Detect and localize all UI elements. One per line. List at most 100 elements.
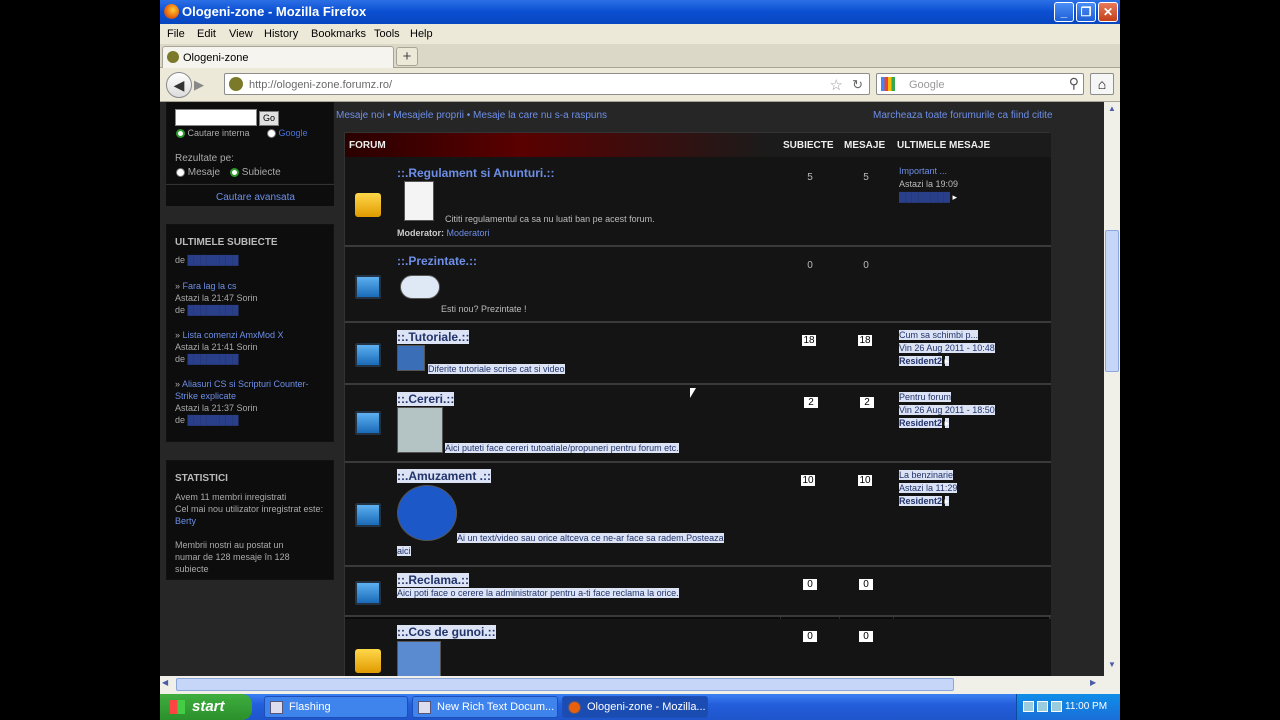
topics-count: 2 xyxy=(804,397,818,408)
table-row: ::.Reclama.:: Aici poti face o cerere la… xyxy=(345,567,1051,617)
radio-internal-label: Cautare interna xyxy=(187,128,250,138)
radio-subiecte[interactable]: Subiecte xyxy=(230,167,281,178)
desktop: Ologeni-zone - Mozilla Firefox _ ❐ ✕ Fil… xyxy=(0,0,1280,720)
forum-description: Ai un text/video sau orice altceva ce ne… xyxy=(457,533,724,543)
last-post-link[interactable]: La benzinarie xyxy=(899,470,954,480)
menu-history[interactable]: History xyxy=(264,28,298,40)
view-latest-icon[interactable]: ▸ xyxy=(944,356,950,366)
scroll-right-icon[interactable]: ▶ xyxy=(1090,678,1096,687)
forum-title-link[interactable]: ::.Amuzament .:: xyxy=(397,469,491,483)
topic-link[interactable]: Fara lag la cs xyxy=(183,281,237,291)
forward-button[interactable]: ▶ xyxy=(194,77,204,93)
window-title: Ologeni-zone - Mozilla Firefox xyxy=(182,4,367,19)
list-item: » Fara lag la cs Astazi la 21:47 Sorin de … xyxy=(175,281,258,315)
posts-count: 18 xyxy=(858,335,872,346)
vertical-scroll-thumb[interactable] xyxy=(1105,230,1119,372)
back-button[interactable]: ◀ xyxy=(166,72,192,98)
menu-help[interactable]: Help xyxy=(410,28,433,40)
start-button[interactable]: start xyxy=(160,694,252,720)
posts-count: 2 xyxy=(860,397,874,408)
start-label: start xyxy=(192,698,225,715)
posts-count: 5 xyxy=(863,172,869,183)
radio-internal[interactable]: Cautare interna xyxy=(176,128,250,139)
search-icon[interactable]: ⚲ xyxy=(1069,75,1079,92)
home-button[interactable]: ⌂ xyxy=(1090,73,1114,95)
header-ultimele-mesaje: ULTIMELE MESAJE xyxy=(897,140,991,151)
newest-user-link[interactable]: Berty xyxy=(175,516,196,526)
taskbar-item-wordpad[interactable]: New Rich Text Docum... xyxy=(412,696,558,718)
horizontal-scroll-thumb[interactable] xyxy=(176,678,954,691)
tray-volume-icon[interactable] xyxy=(1051,701,1062,712)
top-links[interactable]: Mesaje noi • Mesajele proprii • Mesaje l… xyxy=(336,110,607,121)
site-identity-icon[interactable] xyxy=(229,77,243,91)
menu-file[interactable]: File xyxy=(167,28,185,40)
view-latest-icon[interactable]: ▸ xyxy=(944,418,950,428)
view-latest-icon[interactable]: ▸ xyxy=(953,192,958,202)
radio-google[interactable]: Google xyxy=(267,128,308,139)
horizontal-scrollbar[interactable]: ◀ ▶ xyxy=(160,676,1120,694)
windows-flag-icon xyxy=(170,700,185,714)
menu-view[interactable]: View xyxy=(229,28,253,40)
forum-description: Cititi regulamentul ca sa nu luati ban p… xyxy=(445,214,655,224)
vertical-scrollbar[interactable]: ▲ ▼ xyxy=(1104,102,1120,676)
search-box[interactable]: Google ⚲ xyxy=(876,73,1084,95)
last-post-user[interactable]: Resident2 xyxy=(899,356,943,366)
close-button[interactable]: ✕ xyxy=(1098,2,1118,22)
last-post-link[interactable]: Important ... xyxy=(899,166,947,176)
last-post-link[interactable]: Pentru forum xyxy=(899,392,952,402)
forum-description: Aici puteti face cereri tutoatiale/propu… xyxy=(445,443,679,453)
table-row: ::.Cereri.:: Aici puteti face cereri tut… xyxy=(345,385,1051,463)
new-tab-button[interactable]: + xyxy=(396,47,418,66)
taskbar-item-flashing[interactable]: Flashing xyxy=(264,696,408,718)
header-forum: FORUM xyxy=(349,140,386,151)
forum-title-link[interactable]: ::.Reclama.:: xyxy=(397,573,470,587)
tab-ologeni-zone[interactable]: Ologeni-zone xyxy=(162,46,394,68)
latest-by-label: de ████████ xyxy=(175,255,239,265)
taskbar-item-firefox[interactable]: Ologeni-zone - Mozilla... xyxy=(562,696,708,718)
bookmark-star-icon[interactable]: ☆ xyxy=(830,76,843,94)
topic-link[interactable]: Lista comenzi AmxMod X xyxy=(183,330,284,340)
tray-network-icon[interactable] xyxy=(1023,701,1034,712)
reload-icon[interactable]: ↻ xyxy=(852,77,863,93)
search-placeholder: Google xyxy=(909,79,945,91)
advanced-search-link[interactable]: Cautare avansata xyxy=(216,192,295,203)
forum-title-link[interactable]: ::.Cos de gunoi.:: xyxy=(397,625,496,639)
last-post-user[interactable]: Resident2 xyxy=(899,418,943,428)
google-icon[interactable] xyxy=(881,77,895,91)
forum-monitor-icon xyxy=(355,581,381,605)
maximize-button[interactable]: ❐ xyxy=(1076,2,1096,22)
menu-tools[interactable]: Tools xyxy=(374,28,400,40)
table-row: ::.Cos de gunoi.:: 0 0 xyxy=(345,619,1051,676)
list-item: » Aliasuri CS si Scripturi Counter-Strik… xyxy=(175,379,309,425)
title-bar[interactable]: Ologeni-zone - Mozilla Firefox _ ❐ ✕ xyxy=(160,0,1120,24)
topics-count: 0 xyxy=(803,579,817,590)
address-bar[interactable]: http://ologeni-zone.forumz.ro/ ☆ ↻ xyxy=(224,73,870,95)
radio-mesaje[interactable]: Mesaje xyxy=(176,167,220,178)
scroll-left-icon[interactable]: ◀ xyxy=(162,678,168,687)
sidebar-search-input[interactable] xyxy=(175,109,257,126)
topics-count: 18 xyxy=(802,335,816,346)
search-go-button[interactable]: Go xyxy=(259,111,279,126)
posts-count: 10 xyxy=(858,475,872,486)
moderator-link[interactable]: Moderatori xyxy=(447,228,490,238)
forum-title-link[interactable]: ::.Prezintate.:: xyxy=(397,254,477,268)
forum-title-link[interactable]: ::.Tutoriale.:: xyxy=(397,330,470,344)
topic-link[interactable]: Aliasuri CS si Scripturi Counter-Strike … xyxy=(175,379,309,401)
menu-edit[interactable]: Edit xyxy=(197,28,216,40)
minimize-button[interactable]: _ xyxy=(1054,2,1074,22)
posts-count: 0 xyxy=(859,579,873,590)
advanced-search-panel: Cautare avansata xyxy=(166,184,334,206)
scroll-down-icon[interactable]: ▼ xyxy=(1105,660,1119,674)
view-latest-icon[interactable]: ▸ xyxy=(944,496,950,506)
radio-unchecked-icon xyxy=(267,129,276,139)
app-icon xyxy=(270,701,283,714)
mark-all-read-link[interactable]: Marcheaza toate forumurile ca fiind citi… xyxy=(873,110,1053,121)
site-favicon-icon xyxy=(167,51,179,63)
forum-title-link[interactable]: ::.Regulament si Anunturi.:: xyxy=(397,166,555,180)
last-post-link[interactable]: Cum sa schimbi p... xyxy=(899,330,979,340)
scroll-up-icon[interactable]: ▲ xyxy=(1105,104,1119,118)
last-post-user[interactable]: Resident2 xyxy=(899,496,943,506)
menu-bookmarks[interactable]: Bookmarks xyxy=(311,28,366,40)
forum-title-link[interactable]: ::.Cereri.:: xyxy=(397,392,455,406)
tray-app-icon[interactable] xyxy=(1037,701,1048,712)
